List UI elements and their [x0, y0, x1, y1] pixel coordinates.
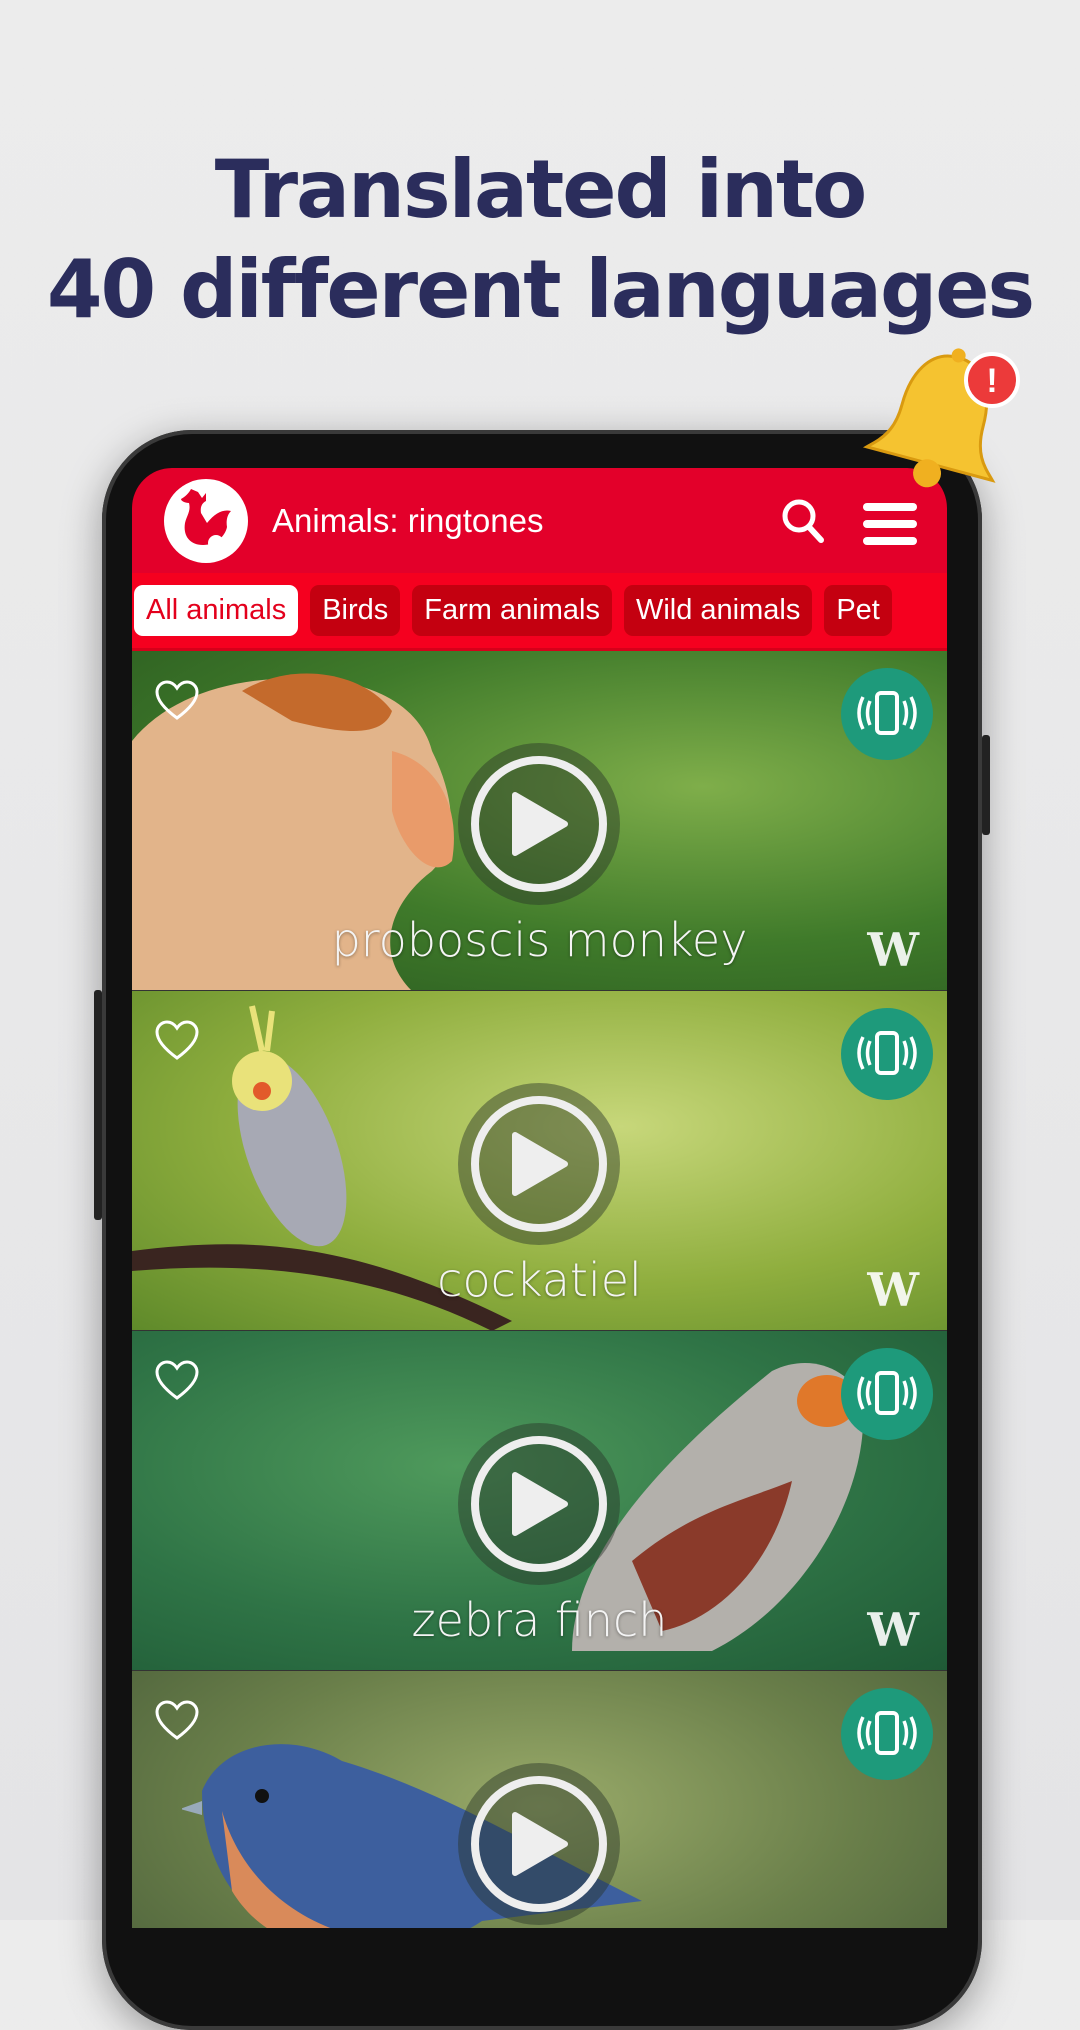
headline-line-2: 40 different languages	[46, 243, 1035, 336]
set-ringtone-icon[interactable]	[841, 1688, 933, 1780]
sound-name: zebra finch	[411, 1593, 668, 1647]
bell-icon: !	[860, 345, 1030, 510]
source-logo: W	[867, 1603, 919, 1657]
favorite-heart-icon[interactable]	[154, 1699, 200, 1746]
play-button[interactable]	[458, 1763, 620, 1925]
chip-farm-animals[interactable]: Farm animals	[412, 585, 612, 636]
source-logo: W	[867, 923, 919, 977]
chip-wild-animals[interactable]: Wild animals	[623, 585, 813, 636]
alert-badge: !	[986, 362, 997, 400]
sound-name: cockatiel	[437, 1253, 642, 1307]
headline-line-1: Translated into	[214, 143, 867, 236]
app-screen: Animals: ringtones All animals Birds Far…	[132, 468, 947, 1928]
favorite-heart-icon[interactable]	[154, 1019, 200, 1066]
hamburger-menu-icon[interactable]	[863, 503, 917, 554]
category-chips: All animals Birds Farm animals Wild anim…	[132, 573, 947, 651]
chip-birds[interactable]: Birds	[310, 585, 401, 636]
app-title: Animals: ringtones	[272, 501, 544, 539]
favorite-heart-icon[interactable]	[154, 679, 200, 726]
chip-pet[interactable]: Pet	[824, 585, 892, 636]
sound-card[interactable]: cockatiel W	[132, 991, 947, 1331]
promo-headline: Translated into 40 different languages	[0, 140, 1080, 340]
source-logo: W	[867, 1263, 919, 1317]
play-button[interactable]	[458, 1423, 620, 1585]
search-icon[interactable]	[781, 498, 825, 549]
sound-name: proboscis monkey	[331, 913, 748, 967]
app-bar: Animals: ringtones	[132, 468, 947, 573]
set-ringtone-icon[interactable]	[841, 1348, 933, 1440]
sound-card[interactable]: zebra finch W	[132, 1331, 947, 1671]
chip-all-animals[interactable]: All animals	[134, 585, 299, 636]
play-button[interactable]	[458, 1083, 620, 1245]
set-ringtone-icon[interactable]	[841, 668, 933, 760]
favorite-heart-icon[interactable]	[154, 1359, 200, 1406]
play-button[interactable]	[458, 743, 620, 905]
sound-card[interactable]	[132, 1671, 947, 1928]
sound-card[interactable]: proboscis monkey W	[132, 651, 947, 991]
set-ringtone-icon[interactable]	[841, 1008, 933, 1100]
rooster-icon[interactable]	[164, 478, 248, 563]
